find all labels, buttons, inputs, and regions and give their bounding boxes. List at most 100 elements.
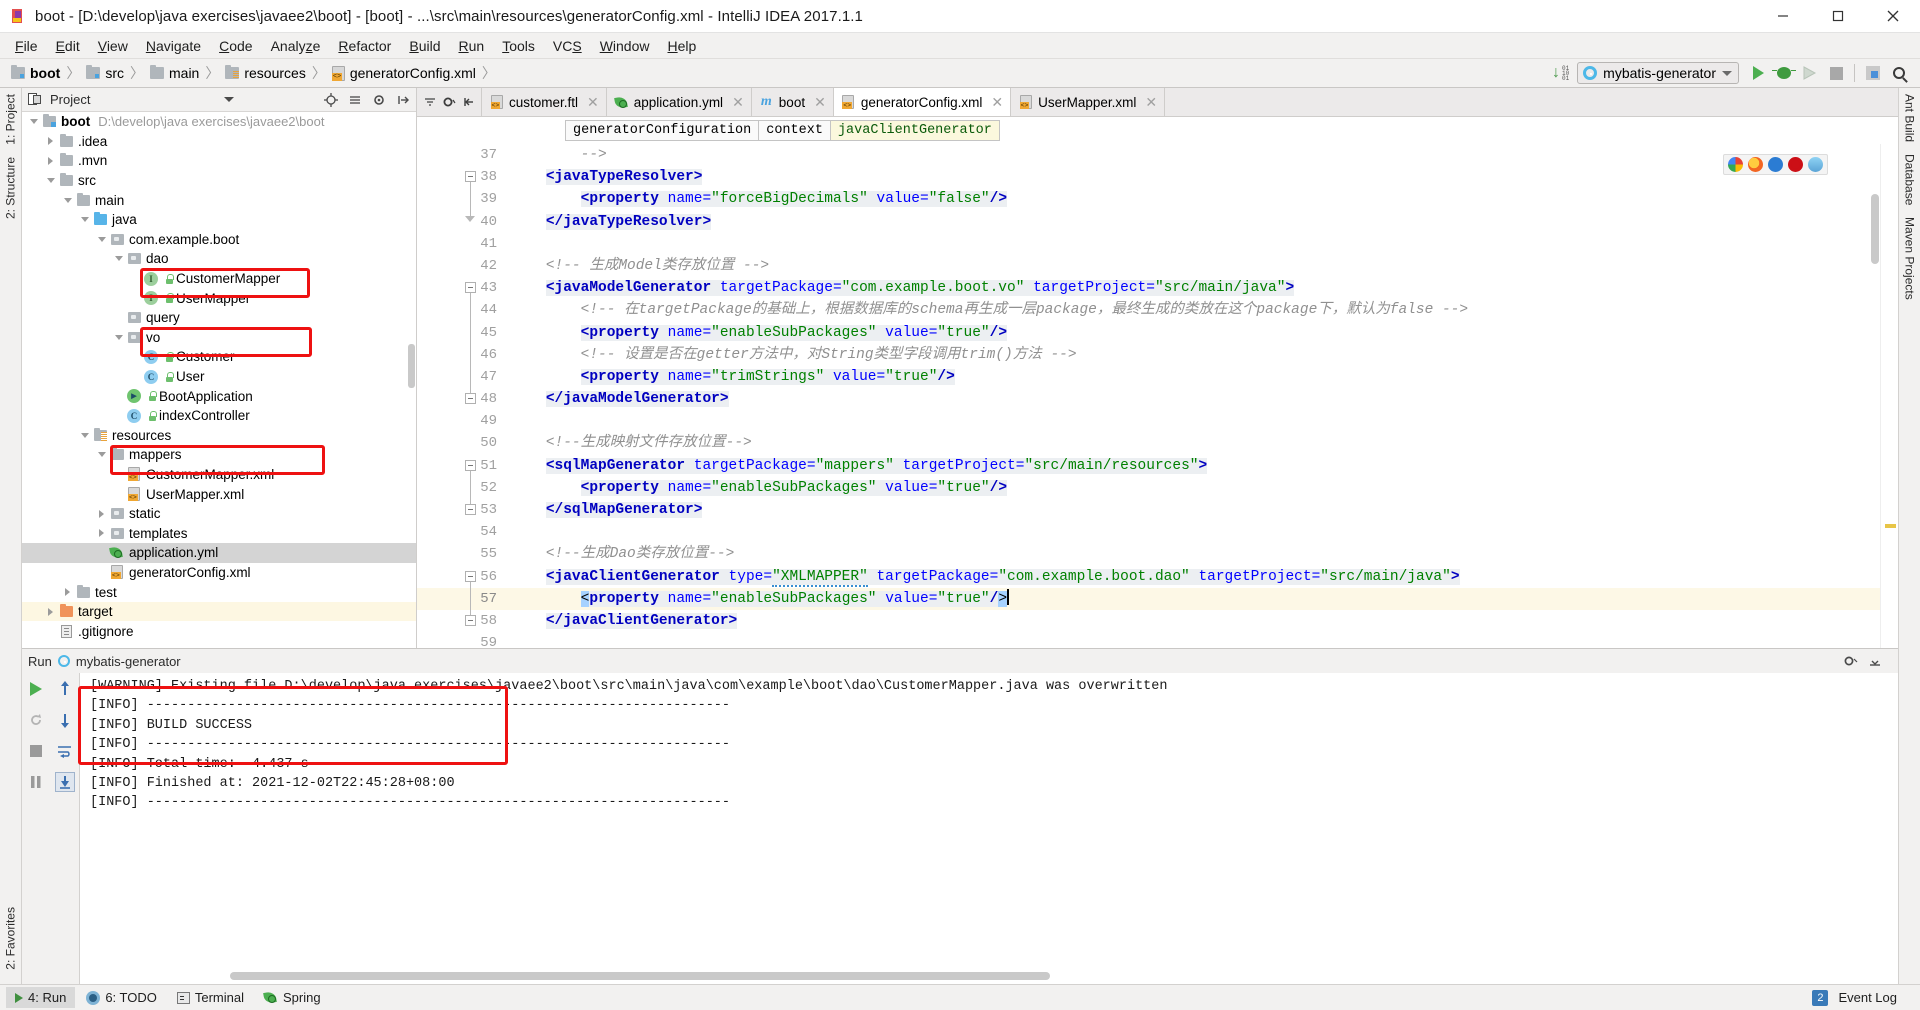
editor-tab-customer-ftl[interactable]: customer.ftl ✕ [482,88,607,116]
code-line[interactable]: </javaModelGenerator> [507,388,1880,410]
stop-process-button[interactable] [26,741,46,761]
code-line[interactable]: <property name="enableSubPackages" value… [507,322,1880,344]
sidebar-tab-project[interactable]: 1: Project [0,88,21,151]
project-tree-row[interactable]: static [22,504,416,524]
breadcrumb-item-boot[interactable]: boot [8,64,63,82]
code-line[interactable]: </javaClientGenerator> [507,610,1880,632]
code-line[interactable]: <property name="enableSubPackages" value… [507,477,1880,499]
status-tab-todo[interactable]: 6: TODO [77,987,166,1008]
project-tree-row[interactable]: I UserMapper [22,288,416,308]
run-settings-icon[interactable] [1842,652,1860,670]
project-tree-row[interactable]: vo [22,328,416,348]
warning-marker[interactable] [1885,524,1896,528]
minimize-button[interactable] [1755,0,1810,32]
project-tree-row[interactable]: com.example.boot [22,230,416,250]
editor-gutter[interactable]: 37 38 39 40 41 42 43 44 45 46 47 48 49 50 51 52 53 54 55 56… [417,144,507,648]
pause-output-button[interactable] [26,772,46,792]
project-tree-row[interactable]: target [22,601,416,622]
xml-breadcrumb-context[interactable]: context [758,120,831,141]
breadcrumb-item-generatorconfig-xml[interactable]: generatorConfig.xml [329,64,479,82]
code-line[interactable]: <!-- 在targetPackage的基础上，根据数据库的schema再生成一… [507,299,1880,321]
code-line[interactable]: <!--生成Dao类存放位置--> [507,543,1880,565]
sort-tabs-icon[interactable] [422,94,438,110]
editor-tab-generatorconfig-xml[interactable]: generatorConfig.xml ✕ [833,88,1012,116]
safari-icon[interactable] [1808,157,1823,172]
project-tree-row[interactable]: .gitignore [22,621,416,641]
browser-preview-toolbar[interactable] [1723,154,1828,175]
project-tree-row[interactable]: CustomerMapper.xml [22,465,416,485]
menu-item-file[interactable]: File [6,35,47,57]
code-line[interactable] [507,632,1880,648]
collapse-arrow-icon[interactable] [94,452,109,458]
project-tree[interactable]: boot D:\develop\java exercises\javaee2\bo… [22,112,416,648]
editor-tab-usermapper-xml[interactable]: UserMapper.xml ✕ [1011,88,1166,116]
fold-collapse-marker[interactable] [465,282,476,294]
expand-arrow-icon[interactable] [94,509,109,518]
close-button[interactable] [1865,0,1920,32]
debug-button[interactable] [1771,61,1797,85]
collapse-arrow-icon[interactable] [77,432,92,438]
rerun-failed-button[interactable] [26,710,46,730]
menu-item-view[interactable]: View [89,35,137,57]
editor-tab-application-yml[interactable]: application.yml ✕ [606,88,752,116]
scroll-to-end-button[interactable] [54,772,75,792]
hide-run-window-icon[interactable] [1866,652,1884,670]
code-line[interactable]: <javaTypeResolver> [507,166,1880,188]
code-line[interactable]: <property name="trimStrings" value="true… [507,366,1880,388]
project-tree-row[interactable]: mappers [22,445,416,465]
breadcrumb-item-main[interactable]: main [147,64,202,82]
code-line[interactable]: </javaTypeResolver> [507,211,1880,233]
editor-scrollbar[interactable] [1871,194,1879,264]
menu-item-vcs[interactable]: VCS [544,35,591,57]
code-line[interactable]: <javaModelGenerator targetPackage="com.e… [507,277,1880,299]
project-settings-icon[interactable] [370,91,388,109]
chrome-icon[interactable] [1728,157,1743,172]
opera-icon[interactable] [1788,157,1803,172]
status-tab-spring[interactable]: Spring [255,987,330,1008]
breadcrumb-item-resources[interactable]: resources [222,64,308,82]
run-configuration-selector[interactable]: mybatis-generator [1577,62,1739,84]
menu-item-navigate[interactable]: Navigate [137,35,210,57]
collapse-arrow-icon[interactable] [43,178,58,184]
locate-icon[interactable] [322,91,340,109]
code-line[interactable] [507,521,1880,543]
sidebar-tab-favorites[interactable]: 2: Favorites [0,901,21,976]
project-tree-row[interactable]: I CustomerMapper [22,269,416,289]
menu-item-window[interactable]: Window [591,35,659,57]
menu-item-refactor[interactable]: Refactor [329,35,400,57]
menu-item-build[interactable]: Build [400,35,449,57]
collapse-arrow-icon[interactable] [111,334,126,340]
project-tree-row[interactable]: resources [22,426,416,446]
collapse-arrow-icon[interactable] [77,217,92,223]
fold-collapse-marker[interactable] [465,615,476,627]
toggle-bookmarks-button[interactable] [1860,61,1886,85]
collapse-arrow-icon[interactable] [94,236,109,242]
hide-tool-window-icon[interactable] [394,91,412,109]
code-line[interactable] [507,410,1880,432]
fold-collapse-marker[interactable] [465,459,476,471]
rerun-button[interactable] [26,679,46,699]
code-line[interactable]: </sqlMapGenerator> [507,499,1880,521]
project-tree-row[interactable]: query [22,308,416,328]
project-tree-row[interactable]: UserMapper.xml [22,484,416,504]
code-line[interactable]: <!--生成映射文件存放位置--> [507,432,1880,454]
event-log-button[interactable]: 2 Event Log [1803,987,1906,1009]
code-text-area[interactable]: --> <javaTypeResolver> <property name="f… [507,144,1880,648]
fold-collapse-marker[interactable] [465,393,476,405]
close-tab-icon[interactable]: ✕ [1145,94,1157,111]
close-tab-icon[interactable]: ✕ [814,94,826,111]
menu-item-help[interactable]: Help [659,35,706,57]
firefox-icon[interactable] [1748,157,1763,172]
project-tree-row[interactable]: test [22,582,416,602]
hide-editor-icon[interactable] [460,94,476,110]
breadcrumb-item-src[interactable]: src [83,64,127,82]
scroll-down-button[interactable] [55,710,75,730]
collapse-arrow-icon[interactable] [26,119,41,125]
code-line[interactable] [507,233,1880,255]
xml-breadcrumb-generatorconfiguration[interactable]: generatorConfiguration [565,120,760,141]
download-sources-icon[interactable]: ↓ 01 10 01 [1552,65,1569,82]
code-editor[interactable]: 37 38 39 40 41 42 43 44 45 46 47 48 49 50 51 52 53 54 55 56… [417,144,1898,648]
fold-end-marker[interactable] [465,215,475,222]
project-tree-scrollbar[interactable] [408,344,415,388]
collapse-arrow-icon[interactable] [60,197,75,203]
